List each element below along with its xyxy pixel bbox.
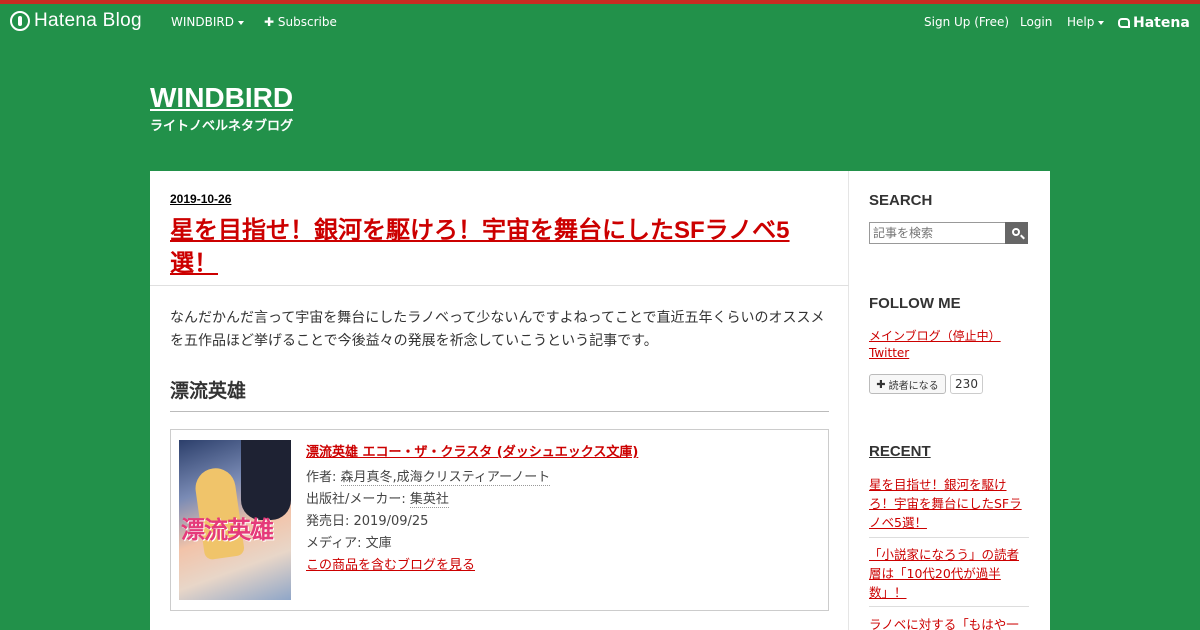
divider [869,606,1029,607]
reader-count-badge: 230 [950,374,983,394]
cover-art-figure-dark [241,440,291,520]
search-button[interactable] [1005,222,1028,244]
content-area: 2019-10-26 星を目指せ！銀河を駆けろ！宇宙を舞台にしたSFラノベ5選！… [150,171,1050,630]
recent-heading[interactable]: RECENT [869,443,931,460]
help-label: Help [1067,15,1095,29]
search-icon [1011,228,1020,236]
publisher-value[interactable]: 集英社 [409,492,449,508]
product-title-link[interactable]: 漂流英雄 エコー・ザ・クラスタ (ダッシュエックス文庫) [306,441,638,460]
recent-item[interactable]: ラノベに対する「もはや一 [869,615,1031,630]
blog-menu-dropdown[interactable]: WINDBIRD [171,15,244,29]
search-heading: SEARCH [869,192,933,209]
help-dropdown[interactable]: Help [1067,15,1105,29]
book-cover-image[interactable]: 漂流英雄 [179,440,291,600]
entry-intro: なんだかんだ言って宇宙を舞台にしたラノベって少ないんですよねってことで直近五年く… [170,310,825,349]
chevron-down-icon [1098,20,1105,25]
product-media: メディア: 文庫 [306,532,392,551]
section-heading: 漂流英雄 [170,376,829,412]
global-header: Hatena Blog WINDBIRD ✚ Subscribe Sign Up… [0,4,1200,40]
product-author: 作者: 森月真冬,成海クリスティアーノート [306,466,551,486]
search-input[interactable] [869,222,1006,244]
author-value[interactable]: 森月真冬,成海クリスティアーノート [340,470,551,486]
hatena-logo[interactable]: Hatena [1118,15,1190,31]
login-link[interactable]: Login [1020,15,1052,29]
recent-item[interactable]: 「小説家になろう」の読者層は「10代20代が過半数」！ [869,545,1031,602]
blog-header: WINDBIRD ライトノベルネタブログ [150,82,293,134]
plus-icon: ✚ [876,377,886,391]
divider [869,537,1029,538]
main-column: 2019-10-26 星を目指せ！銀河を駆けろ！宇宙を舞台にしたSFラノベ5選！… [150,171,849,630]
divider [150,285,849,286]
media-label: メディア: [306,536,366,551]
product-blogs-link[interactable]: この商品を含むブログを見る [306,554,475,573]
recent-item[interactable]: 星を目指せ！銀河を駆けろ！宇宙を舞台にしたSFラノベ5選！ [869,475,1031,532]
main-blog-link[interactable]: メインブログ（停止中） [869,327,1001,344]
hatena-blog-logo-text: Hatena Blog [34,10,142,31]
hatena-logo-text: Hatena [1133,15,1190,31]
author-label: 作者: [306,470,341,485]
product-card: 漂流英雄 漂流英雄 エコー・ザ・クラスタ (ダッシュエックス文庫) 作者: 森月… [170,429,829,611]
release-value: 2019/09/25 [353,514,429,529]
hatena-icon [1118,18,1130,28]
blog-menu-label: WINDBIRD [171,15,234,29]
entry-title-link[interactable]: 星を目指せ！銀河を駆けろ！宇宙を舞台にしたSFラノベ5選！ [170,214,830,280]
twitter-link[interactable]: Twitter [869,346,909,360]
blog-description: ライトノベルネタブログ [150,119,294,134]
hatena-blog-logo[interactable]: Hatena Blog [10,10,142,32]
plus-icon: ✚ [264,15,275,29]
subscribe-button[interactable]: ✚ Subscribe [264,15,337,29]
product-release-date: 発売日: 2019/09/25 [306,510,428,529]
subscribe-reader-button[interactable]: ✚ 読者になる [869,374,946,394]
reader-button-label: 読者になる [888,380,939,392]
blog-title-link[interactable]: WINDBIRD [150,82,293,114]
hatena-blog-icon [10,11,30,31]
publisher-label: 出版社/メーカー: [306,492,410,507]
subscribe-label: Subscribe [277,15,337,29]
chevron-down-icon [237,20,244,25]
release-label: 発売日: [306,514,354,529]
entry-date-link[interactable]: 2019-10-26 [170,192,231,206]
follow-heading: FOLLOW ME [869,295,961,312]
cover-title-text: 漂流英雄 [181,516,274,544]
product-publisher: 出版社/メーカー: 集英社 [306,488,449,508]
sign-up-link[interactable]: Sign Up (Free) [924,15,1009,29]
media-value: 文庫 [365,536,392,551]
